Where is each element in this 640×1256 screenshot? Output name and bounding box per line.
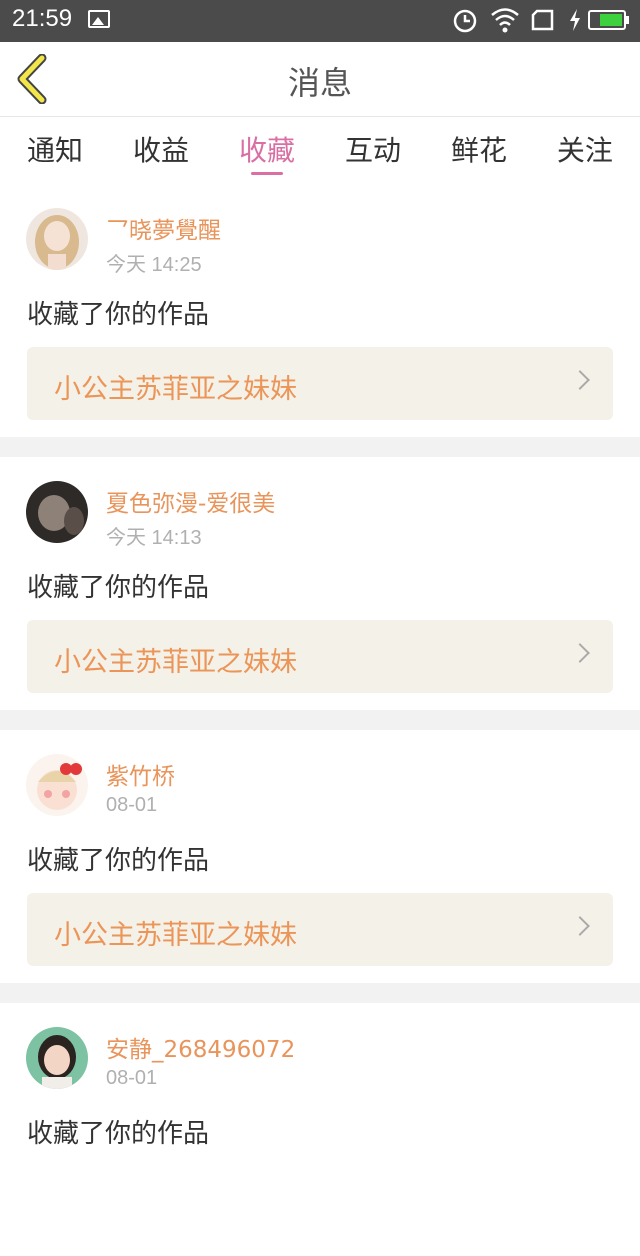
battery-icon: [588, 10, 629, 30]
work-link[interactable]: 小公主苏菲亚之妹妹: [27, 620, 613, 693]
divider: [0, 437, 640, 457]
avatar[interactable]: [26, 754, 88, 816]
list-item: 紫竹桥 08-01 收藏了你的作品 小公主苏菲亚之妹妹: [0, 730, 640, 983]
tab-flowers[interactable]: 鲜花: [451, 117, 507, 181]
avatar-image: [26, 208, 88, 270]
username[interactable]: 紫竹桥: [106, 757, 175, 791]
message-list: 乛晓夢覺醒 今天 14:25 收藏了你的作品 小公主苏菲亚之妹妹 夏色弥漫-爱很…: [0, 184, 640, 1256]
image-notification-icon: [88, 10, 110, 28]
avatar-image: [26, 1027, 88, 1089]
divider: [0, 710, 640, 730]
tab-favorites[interactable]: 收藏: [239, 117, 295, 181]
wifi-icon: [491, 8, 519, 33]
list-item: 乛晓夢覺醒 今天 14:25 收藏了你的作品 小公主苏菲亚之妹妹: [0, 184, 640, 437]
work-title: 小公主苏菲亚之妹妹: [54, 647, 297, 678]
chevron-right-icon: [570, 643, 590, 663]
avatar[interactable]: [26, 1027, 88, 1089]
avatar-image: [26, 754, 88, 816]
alarm-icon: [453, 9, 477, 33]
page-title: 消息: [287, 64, 352, 102]
username[interactable]: 乛晓夢覺醒: [106, 211, 221, 245]
work-link[interactable]: 小公主苏菲亚之妹妹: [27, 893, 613, 966]
tab-follows[interactable]: 关注: [557, 117, 613, 181]
timestamp: 今天 14:13: [106, 527, 202, 549]
chevron-right-icon: [570, 370, 590, 390]
avatar-image: [26, 481, 88, 543]
tab-earnings[interactable]: 收益: [133, 117, 189, 181]
timestamp: 今天 14:25: [106, 254, 202, 276]
work-title: 小公主苏菲亚之妹妹: [54, 374, 297, 405]
work-title: 小公主苏菲亚之妹妹: [54, 920, 297, 951]
header-bar: 消息: [0, 42, 640, 117]
list-item: 夏色弥漫-爱很美 今天 14:13 收藏了你的作品 小公主苏菲亚之妹妹: [0, 457, 640, 710]
divider: [0, 983, 640, 1003]
tab-interactions[interactable]: 互动: [345, 117, 401, 181]
chevron-right-icon: [570, 916, 590, 936]
avatar[interactable]: [26, 481, 88, 543]
tab-bar: 通知 收益 收藏 互动 鲜花 关注: [0, 117, 640, 181]
username[interactable]: 夏色弥漫-爱很美: [106, 484, 275, 518]
action-text: 收藏了你的作品: [27, 573, 210, 603]
timestamp: 08-01: [106, 794, 158, 816]
username[interactable]: 安静_268496072: [106, 1030, 295, 1064]
status-time: 21:59: [12, 5, 73, 32]
sim-card-icon: [531, 9, 554, 31]
list-item: 安静_268496072 08-01 收藏了你的作品: [0, 1003, 640, 1256]
tab-notifications[interactable]: 通知: [27, 117, 83, 181]
status-bar: 21:59: [0, 0, 640, 42]
timestamp: 08-01: [106, 1067, 158, 1089]
action-text: 收藏了你的作品: [27, 846, 210, 876]
avatar[interactable]: [26, 208, 88, 270]
charging-icon: [570, 9, 580, 31]
action-text: 收藏了你的作品: [27, 1119, 210, 1149]
action-text: 收藏了你的作品: [27, 300, 210, 330]
work-link[interactable]: 小公主苏菲亚之妹妹: [27, 347, 613, 420]
